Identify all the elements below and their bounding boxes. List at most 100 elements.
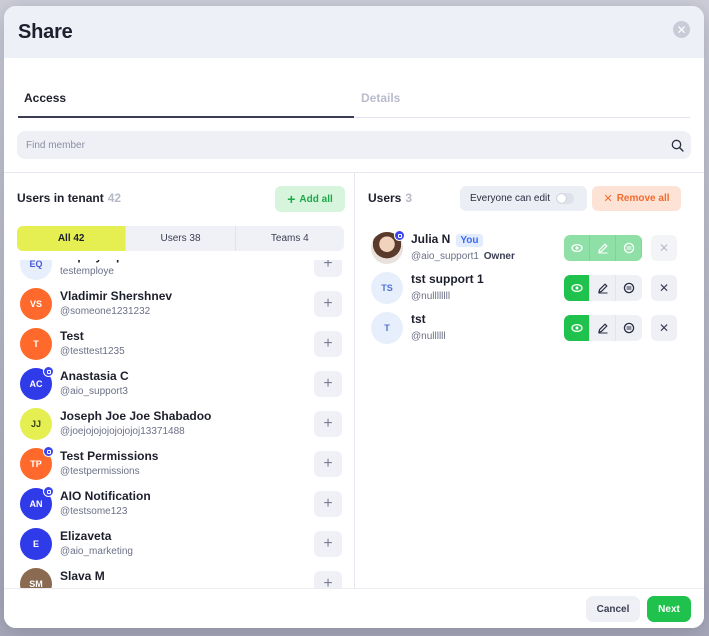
team-badge-icon: [43, 486, 54, 497]
avatar-initials: SM: [29, 579, 43, 588]
shared-member-row: Julia N You @aio_support1 Owner ✕: [368, 228, 681, 268]
list-item: T Test @testtest1235 +: [17, 324, 347, 364]
avatar: E: [20, 528, 52, 560]
add-user-button[interactable]: +: [314, 531, 342, 557]
user-name-text: tst support 1: [411, 272, 484, 286]
member-search: [17, 131, 691, 159]
remove-member-button: ✕: [651, 235, 677, 261]
team-badge-icon: [43, 446, 54, 457]
user-filter-tabs: All 42 Users 38 Teams 4: [17, 226, 344, 251]
dialog-header: Share ✕: [4, 6, 704, 58]
eye-icon: [564, 235, 590, 261]
edit-icon[interactable]: [590, 275, 616, 301]
remove-all-button[interactable]: ✕ Remove all: [592, 186, 681, 211]
avatar: AN: [20, 486, 54, 520]
close-icon[interactable]: ✕: [673, 21, 690, 38]
add-user-button[interactable]: +: [314, 411, 342, 437]
plus-icon: +: [323, 455, 333, 472]
user-name: Test: [60, 329, 84, 343]
tab-bar: Access Details: [18, 84, 690, 118]
avatar: TS: [371, 272, 403, 304]
close-icon: ✕: [658, 241, 670, 255]
remove-member-button[interactable]: ✕: [651, 315, 677, 341]
remove-member-button[interactable]: ✕: [651, 275, 677, 301]
avatar: SM: [20, 568, 52, 588]
avatar-initials: AN: [29, 499, 43, 509]
list-item: SM Slava M +: [17, 564, 347, 588]
user-handle: @aio_marketing: [60, 546, 133, 557]
permission-selector[interactable]: [564, 315, 642, 341]
avatar: T: [20, 328, 52, 360]
user-name: Vladimir Shershnev: [60, 289, 173, 303]
tenant-users-count: 42: [107, 191, 122, 205]
tab-access[interactable]: Access: [24, 84, 354, 118]
avatar: [371, 230, 405, 264]
share-icon: [616, 235, 642, 261]
user-handle-text: @nullllll: [411, 331, 446, 342]
everyone-can-edit-toggle[interactable]: Everyone can edit: [460, 186, 587, 211]
add-user-button[interactable]: +: [314, 491, 342, 517]
permission-selector[interactable]: [564, 275, 642, 301]
avatar: JJ: [20, 408, 52, 440]
tenant-users-title: Users in tenant 42: [17, 191, 121, 205]
user-handle: @aio_support3: [60, 386, 128, 397]
add-user-button[interactable]: +: [314, 371, 342, 397]
filter-teams[interactable]: Teams 4: [236, 226, 344, 251]
user-name: Anastasia C: [60, 369, 129, 383]
tenant-user-list[interactable]: EQ employe qa testemploye + VS Vladimir Shers…: [17, 260, 347, 588]
shared-users-header: Users 3 Everyone can edit ✕ Remove all: [368, 186, 681, 212]
add-user-button[interactable]: +: [314, 451, 342, 477]
plus-icon: +: [323, 535, 333, 552]
user-name: Test Permissions: [60, 449, 159, 463]
remove-all-label: Remove all: [616, 193, 670, 204]
cancel-button[interactable]: Cancel: [586, 596, 640, 622]
search-icon[interactable]: [663, 131, 691, 159]
add-all-button[interactable]: + Add all: [275, 186, 345, 212]
user-handle: testemploye: [60, 266, 114, 277]
tenant-users-header: Users in tenant 42 + Add all: [17, 186, 345, 212]
user-name: Elizaveta: [60, 529, 112, 543]
add-user-button[interactable]: +: [314, 331, 342, 357]
avatar-initials: TP: [30, 459, 42, 469]
eye-icon[interactable]: [564, 275, 590, 301]
toggle-switch[interactable]: [556, 193, 575, 204]
search-input[interactable]: [17, 131, 663, 159]
add-user-button[interactable]: +: [314, 571, 342, 588]
avatar-initials: TS: [381, 283, 393, 293]
plus-icon: +: [323, 260, 333, 272]
close-icon: ✕: [658, 281, 670, 295]
user-name: AIO Notification: [60, 489, 151, 503]
plus-icon: +: [323, 415, 333, 432]
active-tab-indicator: [18, 116, 354, 118]
edit-icon[interactable]: [590, 315, 616, 341]
avatar: T: [371, 312, 403, 344]
everyone-can-edit-label: Everyone can edit: [470, 193, 551, 204]
filter-all[interactable]: All 42: [17, 226, 127, 251]
shared-member-row: TS tst support 1 @nullllllll ✕: [368, 268, 681, 308]
user-handle: @testtest1235: [60, 346, 125, 357]
user-name: Joseph Joe Joe Shabadoo: [60, 409, 212, 423]
filter-users[interactable]: Users 38: [126, 226, 236, 251]
user-handle: @joejojojojojojojoj13371488: [60, 426, 185, 437]
close-icon: ✕: [658, 321, 670, 335]
tab-details[interactable]: Details: [361, 84, 400, 118]
add-user-button[interactable]: +: [314, 260, 342, 277]
avatar-initials: E: [32, 539, 39, 549]
eye-icon[interactable]: [564, 315, 590, 341]
add-user-button[interactable]: +: [314, 291, 342, 317]
user-handle-text: @aio_support1: [411, 251, 479, 262]
user-name: tst support 1: [411, 272, 484, 286]
avatar-initials: VS: [29, 299, 42, 309]
list-item: EQ employe qa testemploye +: [17, 260, 347, 284]
plus-icon: +: [323, 575, 333, 588]
user-name: Julia N You: [411, 232, 483, 247]
list-item: AC Anastasia C @aio_support3 +: [17, 364, 347, 404]
shared-users-count: 3: [405, 191, 413, 205]
next-button[interactable]: Next: [647, 596, 691, 622]
panel-divider: [354, 172, 355, 588]
avatar: VS: [20, 288, 52, 320]
share-icon[interactable]: [616, 275, 642, 301]
share-icon[interactable]: [616, 315, 642, 341]
dialog-title: Share: [18, 20, 73, 43]
user-handle-text: @nullllllll: [411, 291, 451, 302]
